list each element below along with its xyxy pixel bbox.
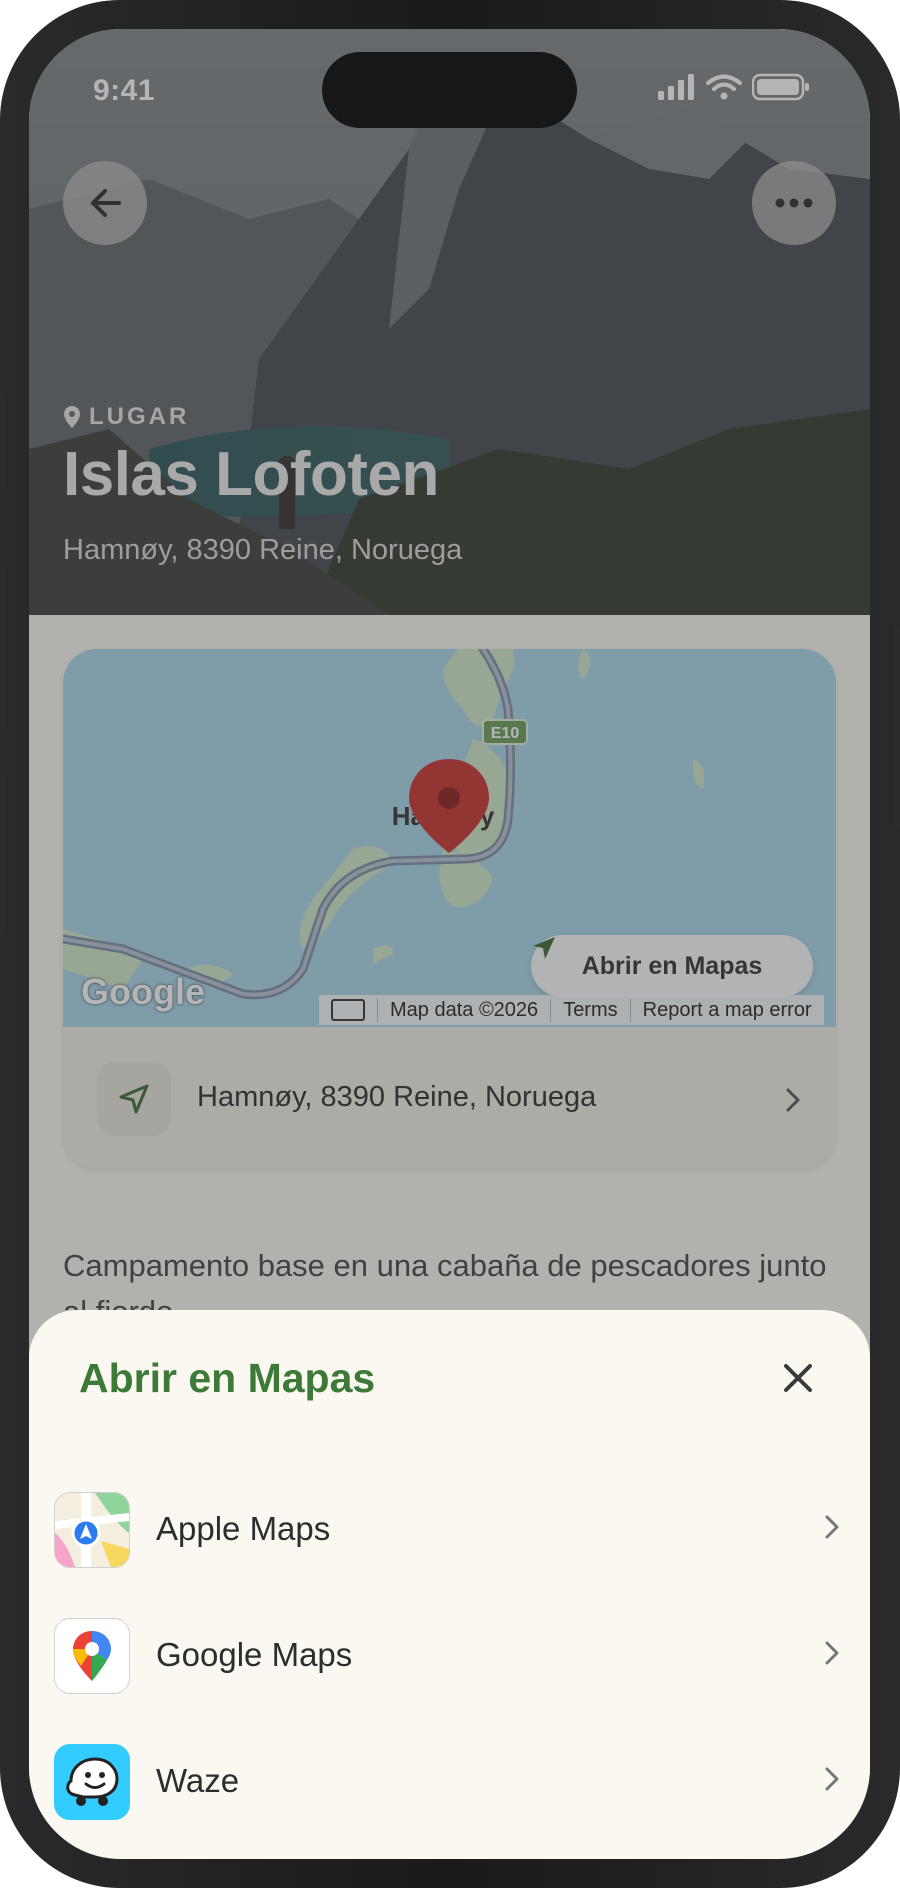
- sheet-title: Abrir en Mapas: [79, 1355, 376, 1401]
- apple-maps-icon: [54, 1492, 130, 1568]
- app-option-google-maps[interactable]: Google Maps: [29, 1598, 870, 1708]
- chevron-right-icon: [825, 1767, 839, 1791]
- volume-up-button: [0, 568, 6, 728]
- app-name: Apple Maps: [156, 1510, 331, 1547]
- close-button[interactable]: [776, 1356, 820, 1400]
- phone-frame: 9:41 LUGAR Islas Lofoten Hamnøy, 8390 Re…: [0, 0, 900, 1888]
- chevron-right-icon: [825, 1641, 839, 1665]
- google-maps-icon: [54, 1618, 130, 1694]
- volume-down-button: [0, 775, 6, 935]
- waze-icon: [54, 1744, 130, 1820]
- screen: 9:41 LUGAR Islas Lofoten Hamnøy, 8390 Re…: [29, 29, 870, 1859]
- action-button: [0, 395, 6, 490]
- app-option-waze[interactable]: Waze: [29, 1724, 870, 1834]
- app-name: Waze: [156, 1762, 240, 1799]
- power-button: [894, 625, 900, 830]
- chevron-right-icon: [825, 1515, 839, 1539]
- open-in-maps-sheet: Abrir en Mapas Apple Maps Google Maps Wa…: [29, 1310, 870, 1859]
- app-option-apple-maps[interactable]: Apple Maps: [29, 1472, 870, 1582]
- app-name: Google Maps: [156, 1636, 353, 1673]
- close-icon: [784, 1364, 812, 1392]
